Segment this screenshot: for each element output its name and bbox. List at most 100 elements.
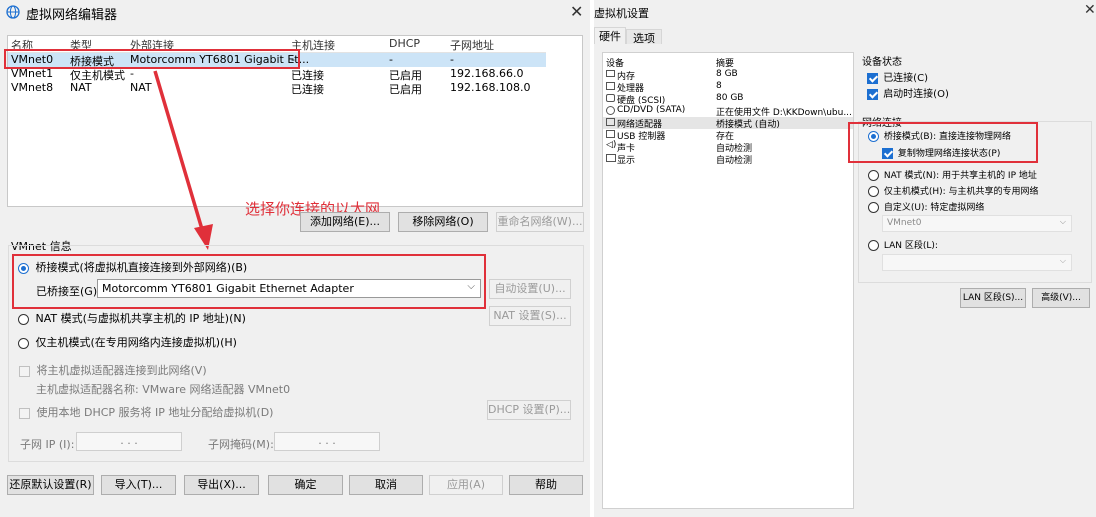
use-dhcp-option[interactable]: 使用本地 DHCP 服务将 IP 地址分配给虚拟机(D) (19, 404, 273, 420)
subnet-ip-field[interactable]: . . . (76, 432, 182, 451)
close-icon[interactable]: ✕ (570, 2, 583, 21)
col-header-dhcp[interactable]: DHCP (389, 37, 420, 50)
dhcp-settings-button[interactable]: DHCP 设置(P)... (487, 400, 571, 420)
connected-option[interactable]: 已连接(C) (867, 69, 928, 84)
vm-host-only-radio[interactable] (868, 186, 879, 197)
vm-custom-radio[interactable] (868, 202, 879, 213)
cell: 192.168.66.0 (450, 67, 524, 80)
export-button[interactable]: 导出(X)... (184, 475, 259, 495)
device-row-display[interactable]: 显示 自动检测 (603, 153, 853, 166)
tab-hardware[interactable]: 硬件 (594, 27, 626, 44)
device-row-network[interactable]: 网络适配器 桥接模式 (自动) (603, 117, 853, 130)
help-button[interactable]: 帮助 (509, 475, 583, 495)
tab-options[interactable]: 选项 (626, 29, 662, 45)
host-adapter-name: 主机虚拟适配器名称: VMware 网络适配器 VMnet0 (36, 383, 291, 396)
close-icon[interactable]: ✕ (1084, 2, 1096, 18)
chevron-down-icon: ⌵ (1059, 217, 1066, 226)
vm-lan-radio[interactable] (868, 240, 879, 251)
device-summary: 8 (716, 81, 722, 91)
col-header-subnet[interactable]: 子网地址 (450, 37, 494, 53)
highlight-vm-bridged (848, 122, 1038, 163)
cancel-button[interactable]: 取消 (349, 475, 423, 495)
connected-label: 已连接(C) (883, 73, 928, 84)
nat-settings-button[interactable]: NAT 设置(S)... (489, 306, 571, 326)
host-only-label: 仅主机模式(在专用网络内连接虚拟机)(H) (35, 336, 237, 349)
connect-host-adapter-label: 将主机虚拟适配器连接到此网络(V) (36, 364, 207, 377)
cell: 已连接 (291, 83, 324, 96)
connect-on-power-checkbox[interactable] (867, 88, 878, 100)
cell: - (389, 53, 393, 66)
host-only-radio[interactable] (18, 337, 29, 349)
restore-defaults-button[interactable]: 还原默认设置(R) (7, 475, 94, 495)
lan-segment-select[interactable]: ⌵ (882, 254, 1072, 271)
add-network-button[interactable]: 添加网络(E)... (300, 212, 390, 232)
ok-button[interactable]: 确定 (268, 475, 343, 495)
disk-icon (606, 94, 615, 102)
device-row-usb[interactable]: USB 控制器 存在 (603, 129, 853, 142)
display-icon (606, 154, 616, 162)
rename-network-button[interactable]: 重命名网络(W)... (496, 212, 584, 232)
custom-network-value: VMnet0 (887, 218, 922, 228)
app-globe-icon (6, 5, 20, 22)
vm-lan-label: LAN 区段(L): (883, 241, 938, 251)
device-summary: 8 GB (716, 69, 738, 79)
vm-host-only-label: 仅主机模式(H): 与主机共享的专用网络 (883, 187, 1039, 197)
highlight-bridged-settings (12, 254, 486, 309)
device-list[interactable]: 设备 摘要 内存 8 GB 处理器 8 硬盘 (SCSI) 80 GB CD/D… (602, 52, 854, 509)
connect-host-adapter-checkbox[interactable] (19, 365, 30, 377)
use-dhcp-checkbox[interactable] (19, 407, 30, 419)
vm-nat-radio[interactable] (868, 170, 879, 181)
connected-checkbox[interactable] (867, 72, 878, 84)
sound-icon: ◁) (606, 140, 617, 150)
vm-nat-option[interactable]: NAT 模式(N): 用于共享主机的 IP 地址 (868, 168, 1037, 181)
cell: 已启用 (389, 83, 422, 96)
tab-hardware-label: 硬件 (599, 30, 621, 43)
custom-network-select[interactable]: VMnet0 ⌵ (882, 215, 1072, 232)
memory-icon (606, 70, 615, 77)
host-only-option[interactable]: 仅主机模式(在专用网络内连接虚拟机)(H) (18, 334, 237, 350)
table-row[interactable]: VMnet8 NAT NAT 已连接 已启用 192.168.108.0 (8, 81, 546, 96)
auto-settings-button[interactable]: 自动设置(U)... (489, 279, 571, 299)
cell: - (450, 53, 454, 66)
cell: 192.168.108.0 (450, 81, 531, 94)
device-row-sound[interactable]: ◁) 声卡 自动检测 (603, 140, 853, 154)
device-name: CD/DVD (SATA) (617, 105, 686, 115)
vm-nat-label: NAT 模式(N): 用于共享主机的 IP 地址 (883, 171, 1037, 181)
device-row-memory[interactable]: 内存 8 GB (603, 69, 853, 82)
subnet-mask-field[interactable]: . . . (274, 432, 380, 451)
device-summary: 自动检测 (716, 156, 753, 166)
use-dhcp-label: 使用本地 DHCP 服务将 IP 地址分配给虚拟机(D) (36, 406, 274, 419)
remove-network-button[interactable]: 移除网络(O) (398, 212, 488, 232)
device-status-label: 设备状态 (862, 57, 902, 68)
vm-lan-option[interactable]: LAN 区段(L): (868, 238, 938, 251)
tab-options-label: 选项 (633, 32, 655, 45)
connect-on-power-label: 启动时连接(O) (883, 89, 949, 100)
title-bar: 虚拟网络编辑器 ✕ (0, 0, 590, 26)
advanced-button[interactable]: 高级(V)... (1032, 288, 1090, 308)
window-title: 虚拟机设置 (594, 7, 649, 20)
nat-mode-option[interactable]: NAT 模式(与虚拟机共享主机的 IP 地址)(N) (18, 310, 246, 326)
lan-segments-button[interactable]: LAN 区段(S)... (960, 288, 1026, 308)
vm-custom-label: 自定义(U): 特定虚拟网络 (883, 203, 985, 213)
cell: NAT (70, 81, 92, 94)
subnet-mask-label: 子网掩码(M): (208, 438, 274, 451)
device-row-cpu[interactable]: 处理器 8 (603, 81, 853, 94)
vm-custom-option[interactable]: 自定义(U): 特定虚拟网络 (868, 200, 984, 213)
device-name: 显示 (617, 156, 636, 166)
nat-mode-radio[interactable] (18, 313, 29, 325)
device-col-header: 设备 (606, 59, 625, 69)
window-title: 虚拟网络编辑器 (26, 8, 118, 23)
subnet-ip-dots: . . . (120, 434, 138, 447)
import-button[interactable]: 导入(T)... (101, 475, 176, 495)
device-row-disk[interactable]: 硬盘 (SCSI) 80 GB (603, 93, 853, 106)
table-row[interactable]: VMnet1 仅主机模式 - 已连接 已启用 192.168.66.0 (8, 67, 546, 82)
usb-icon (606, 130, 615, 138)
subnet-mask-dots: . . . (318, 434, 336, 447)
apply-button[interactable]: 应用(A) (429, 475, 503, 495)
device-row-cd[interactable]: CD/DVD (SATA) 正在使用文件 D:\KKDown\ubu... (603, 105, 853, 118)
cd-icon (606, 106, 615, 115)
connect-on-power-option[interactable]: 启动时连接(O) (867, 85, 949, 100)
subnet-ip-label: 子网 IP (I): (20, 438, 75, 451)
connect-host-adapter-option[interactable]: 将主机虚拟适配器连接到此网络(V) (19, 362, 207, 378)
vm-host-only-option[interactable]: 仅主机模式(H): 与主机共享的专用网络 (868, 184, 1039, 197)
